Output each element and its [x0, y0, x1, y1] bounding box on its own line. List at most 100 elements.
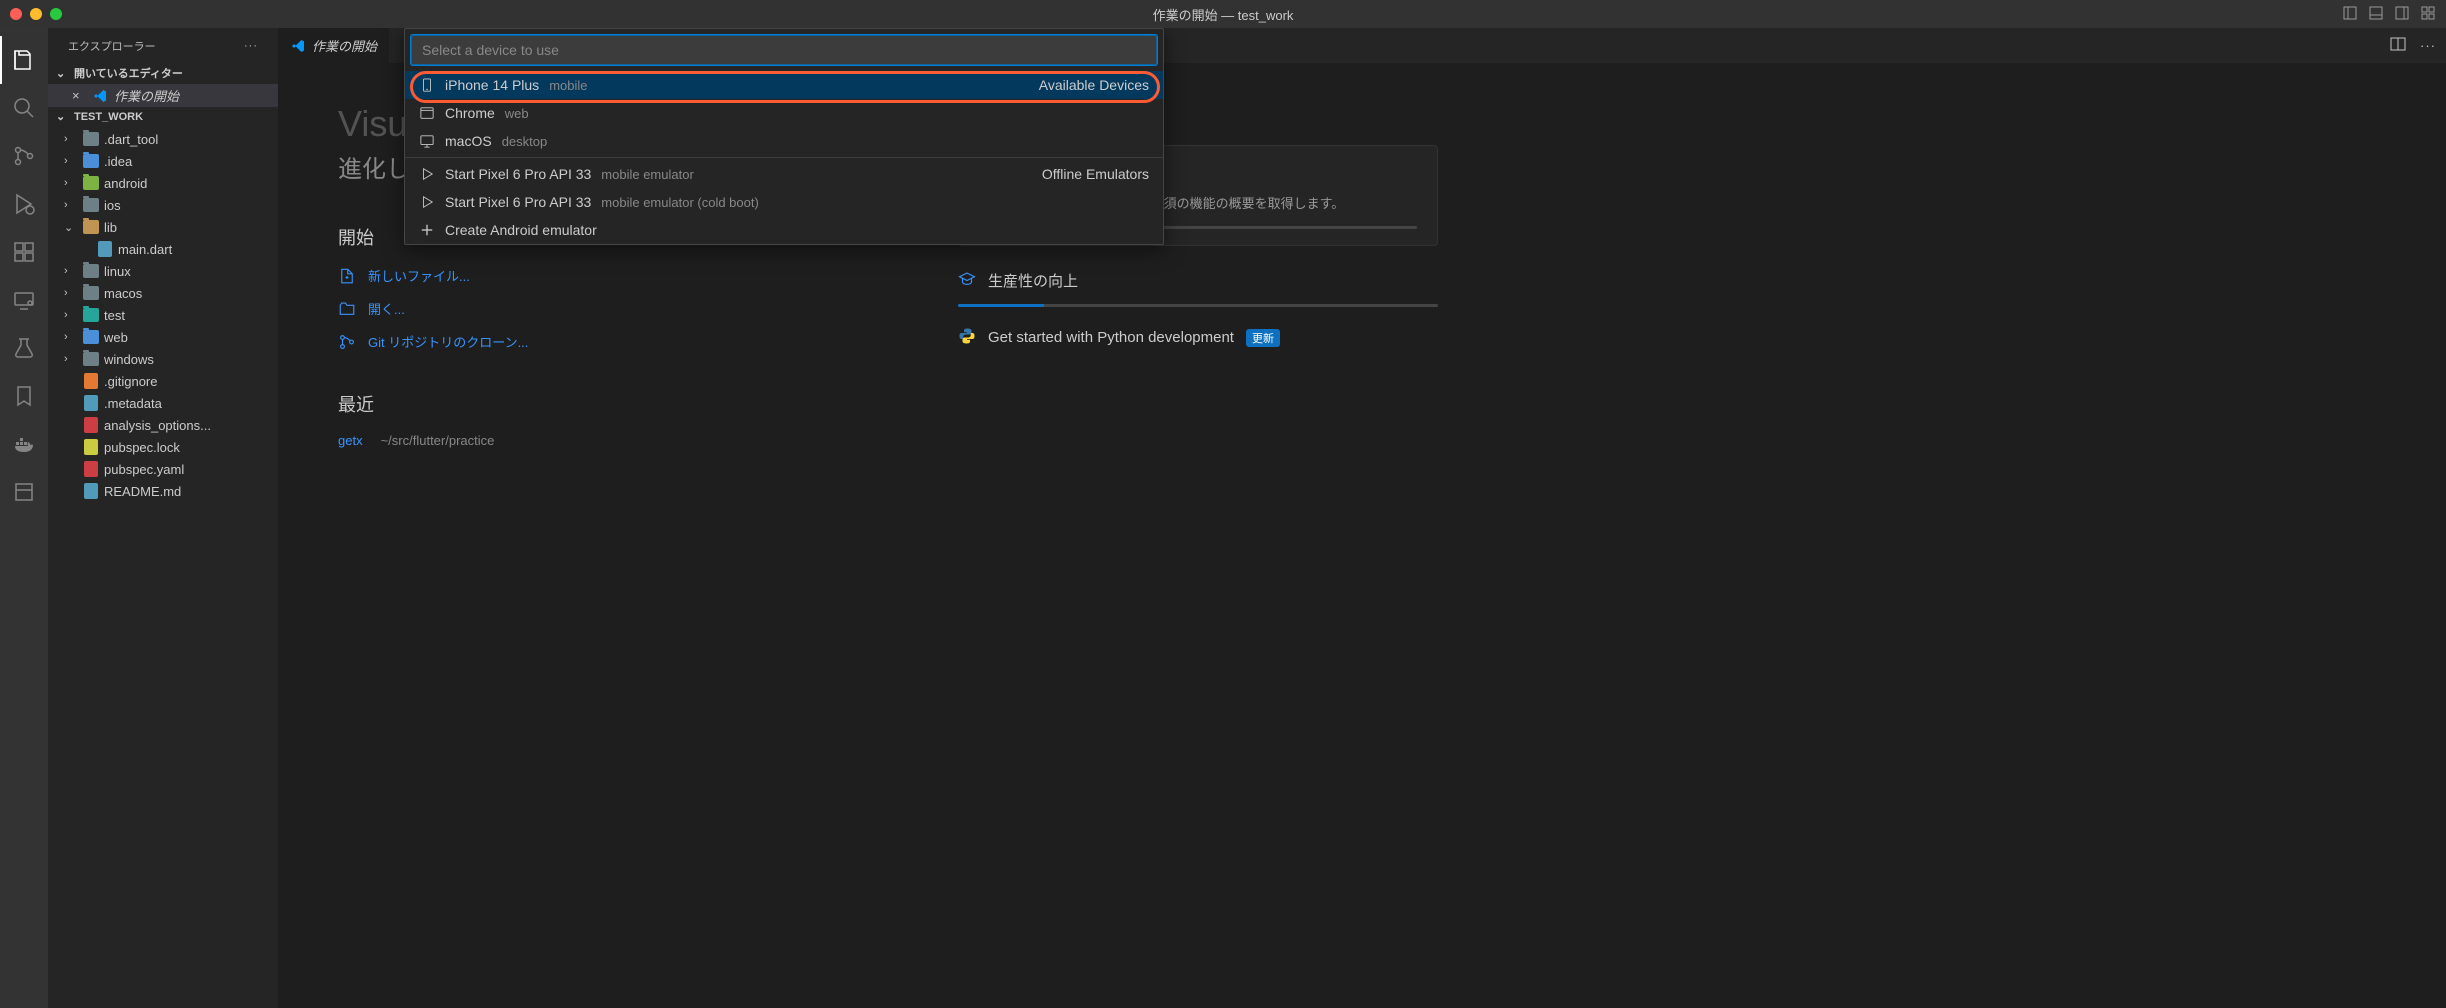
folder-item[interactable]: ›macos: [48, 282, 278, 304]
file-item[interactable]: README.md: [48, 480, 278, 502]
tutorial-card-productivity[interactable]: 生産性の向上: [958, 270, 1438, 307]
python-icon: [958, 327, 976, 349]
tutorial-card-python[interactable]: Get started with Python development 更新: [958, 327, 1438, 349]
folder-item[interactable]: › test: [48, 304, 278, 326]
device-option[interactable]: macOS desktop: [405, 127, 1163, 155]
open-editor-item[interactable]: × 作業の開始: [48, 84, 278, 107]
item-label: macos: [104, 286, 142, 301]
activitybar-run[interactable]: [0, 180, 48, 228]
sidebar-title: エクスプローラー ···: [48, 28, 278, 62]
device-option[interactable]: Start Pixel 6 Pro API 33 mobile emulator…: [405, 188, 1163, 216]
activitybar-extensions[interactable]: [0, 228, 48, 276]
open-editors-header[interactable]: ⌄ 開いているエディター: [48, 62, 278, 84]
file-icon: [82, 438, 100, 456]
item-label: test: [104, 308, 125, 323]
folder-item[interactable]: ›.dart_tool: [48, 128, 278, 150]
device-option[interactable]: Create Android emulator: [405, 216, 1163, 244]
folder-item[interactable]: ›web: [48, 326, 278, 348]
plus-icon: [419, 222, 435, 238]
chevron-icon: ›: [64, 199, 78, 211]
activitybar-testing[interactable]: [0, 324, 48, 372]
quick-pick: iPhone 14 Plus mobileAvailable DevicesCh…: [404, 28, 1164, 245]
tutorial-title: Get started with Python development: [988, 329, 1234, 346]
workspace-header[interactable]: ⌄ TEST_WORK: [48, 107, 278, 126]
activitybar-scm[interactable]: [0, 132, 48, 180]
chevron-icon: ›: [64, 177, 78, 189]
file-tree: ›.dart_tool›.idea›android›ios⌄libmain.da…: [48, 126, 278, 504]
file-item[interactable]: pubspec.yaml: [48, 458, 278, 480]
activitybar-search[interactable]: [0, 84, 48, 132]
chevron-icon: ›: [64, 265, 78, 277]
layout-sidebar-left-icon[interactable]: [2342, 5, 2358, 24]
update-tag: 更新: [1246, 329, 1280, 347]
item-label: pubspec.yaml: [104, 462, 184, 477]
device-option[interactable]: Start Pixel 6 Pro API 33 mobile emulator…: [405, 160, 1163, 188]
item-label: windows: [104, 352, 154, 367]
folder-item[interactable]: ›ios: [48, 194, 278, 216]
clone-repo-link[interactable]: Git リポジトリのクローン...: [338, 332, 878, 351]
chevron-down-icon: ⌄: [56, 67, 70, 80]
new-file-link[interactable]: 新しいファイル...: [338, 266, 878, 285]
tab-label: 作業の開始: [312, 36, 377, 55]
file-item[interactable]: .gitignore: [48, 370, 278, 392]
chevron-icon: ›: [64, 155, 78, 167]
folder-icon: [82, 130, 100, 148]
folder-item[interactable]: ›.idea: [48, 150, 278, 172]
option-meta: desktop: [502, 134, 548, 149]
file-item[interactable]: .metadata: [48, 392, 278, 414]
device-option[interactable]: Chrome web: [405, 99, 1163, 127]
file-item[interactable]: analysis_options...: [48, 414, 278, 436]
folder-icon: [82, 218, 100, 236]
option-meta: web: [505, 106, 529, 121]
file-icon: [82, 372, 100, 390]
folder-icon: [82, 196, 100, 214]
item-label: .dart_tool: [104, 132, 158, 147]
folder-item[interactable]: › windows: [48, 348, 278, 370]
file-icon: [96, 240, 114, 258]
file-icon: [82, 460, 100, 478]
recent-path: ~/src/flutter/practice: [381, 433, 495, 448]
item-label: web: [104, 330, 128, 345]
editor-more-icon[interactable]: ···: [2420, 38, 2436, 53]
folder-item[interactable]: › android: [48, 172, 278, 194]
split-editor-icon[interactable]: [2390, 36, 2406, 55]
link-label: 新しいファイル...: [368, 266, 470, 285]
option-label: Start Pixel 6 Pro API 33: [445, 166, 591, 182]
vscode-icon: [92, 88, 108, 104]
chevron-icon: ›: [64, 309, 78, 321]
item-label: android: [104, 176, 147, 191]
file-item[interactable]: main.dart: [48, 238, 278, 260]
open-link[interactable]: 開く...: [338, 299, 878, 318]
window-minimize-button[interactable]: [30, 8, 42, 20]
activitybar-database[interactable]: [0, 468, 48, 516]
folder-icon: [82, 284, 100, 302]
layout-panel-icon[interactable]: [2368, 5, 2384, 24]
window-close-button[interactable]: [10, 8, 22, 20]
window-maximize-button[interactable]: [50, 8, 62, 20]
activitybar-explorer[interactable]: [0, 36, 48, 84]
device-option[interactable]: iPhone 14 Plus mobileAvailable Devices: [405, 71, 1163, 99]
editor-area: 作業の開始 ··· iPhone 14 Plus mobileAvailable…: [278, 28, 2446, 1008]
layout-sidebar-right-icon[interactable]: [2394, 5, 2410, 24]
sidebar-more-icon[interactable]: ···: [244, 40, 258, 52]
layout-customize-icon[interactable]: [2420, 5, 2436, 24]
device-select-input[interactable]: [411, 35, 1157, 65]
folder-item[interactable]: ›linux: [48, 260, 278, 282]
chevron-icon: ›: [64, 353, 78, 365]
option-label: Create Android emulator: [445, 222, 597, 238]
option-label: macOS: [445, 133, 492, 149]
activitybar-docker[interactable]: [0, 420, 48, 468]
tutorial-progress: [958, 304, 1438, 307]
close-icon[interactable]: ×: [72, 88, 86, 103]
sidebar: エクスプローラー ··· ⌄ 開いているエディター × 作業の開始 ⌄ TEST…: [48, 28, 278, 1008]
item-label: README.md: [104, 484, 181, 499]
folder-icon: [82, 350, 100, 368]
activitybar-bookmark[interactable]: [0, 372, 48, 420]
folder-icon: [82, 306, 100, 324]
recent-item[interactable]: getx ~/src/flutter/practice: [338, 433, 878, 448]
link-label: 開く...: [368, 299, 405, 318]
activitybar-remote[interactable]: [0, 276, 48, 324]
file-item[interactable]: pubspec.lock: [48, 436, 278, 458]
tab-welcome[interactable]: 作業の開始: [278, 28, 390, 63]
folder-item[interactable]: ⌄lib: [48, 216, 278, 238]
